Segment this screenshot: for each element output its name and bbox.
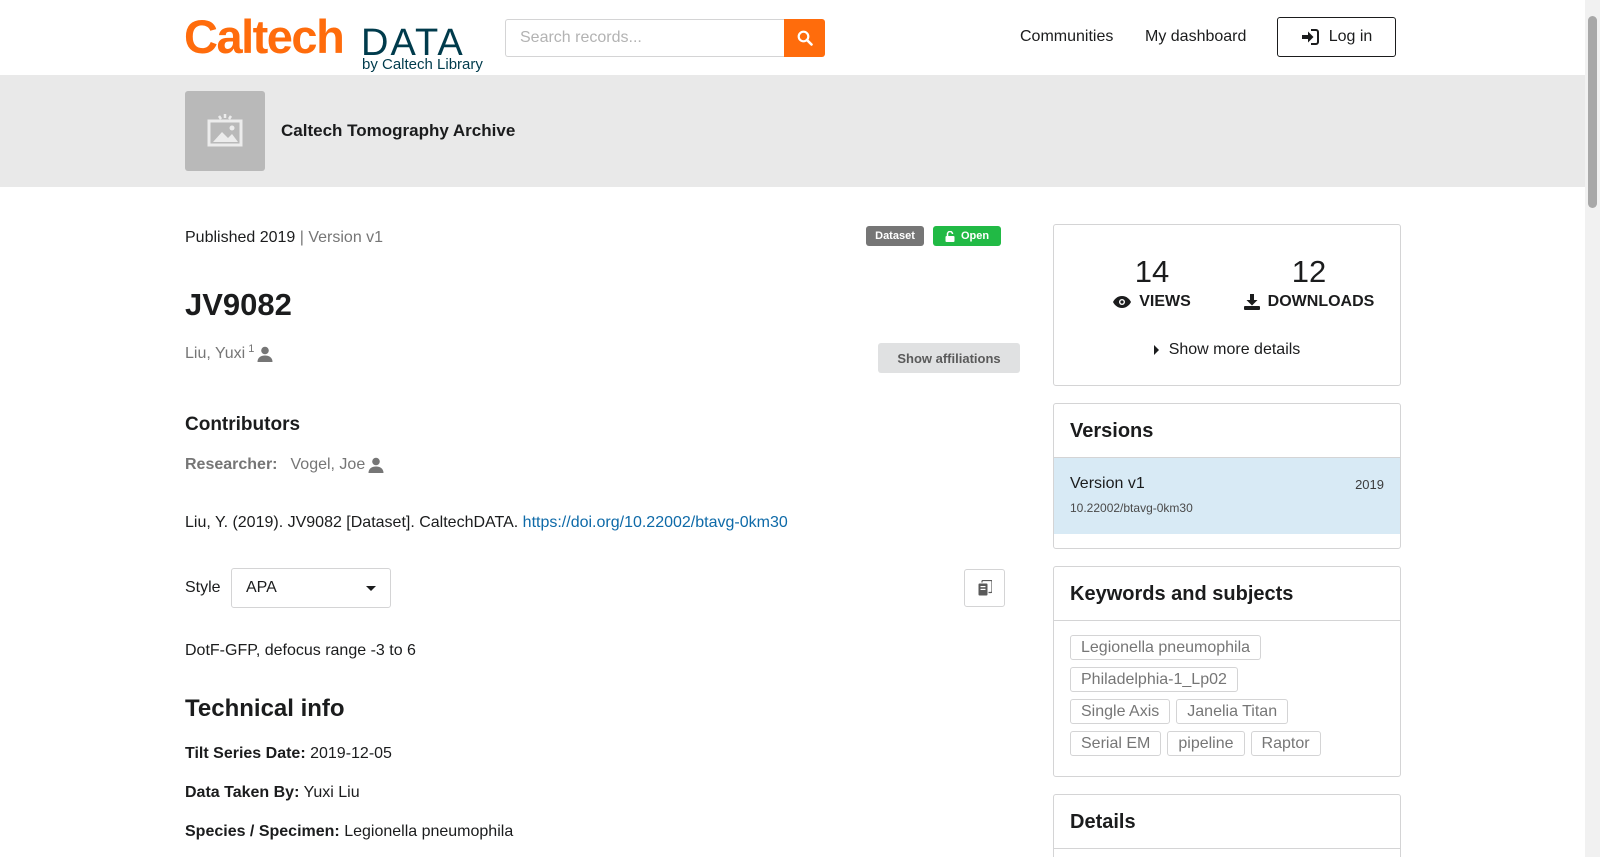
- image-placeholder-icon: [207, 114, 243, 147]
- technical-item: Data Taken By: Yuxi Liu: [185, 783, 360, 803]
- show-affiliations-button[interactable]: Show affiliations: [878, 343, 1020, 373]
- site-header: Caltech DATA by Caltech Library Communit…: [0, 0, 1585, 75]
- logo-caltech-text: Caltech: [184, 10, 345, 63]
- version-doi: 10.22002/btavg-0km30: [1070, 501, 1193, 515]
- publication-info: Published 2019 | Version v1: [185, 228, 383, 248]
- nav-my-dashboard[interactable]: My dashboard: [1145, 27, 1246, 47]
- login-label: Log in: [1328, 28, 1373, 45]
- eye-icon: [1113, 296, 1132, 308]
- search-button[interactable]: [784, 19, 825, 57]
- caret-right-icon: [1153, 345, 1159, 355]
- contributors-heading: Contributors: [185, 414, 301, 435]
- version-label: Version v1: [1070, 475, 1145, 492]
- keyword-tag[interactable]: Single Axis: [1070, 699, 1171, 724]
- login-button[interactable]: Log in: [1277, 17, 1396, 57]
- technical-label: Species / Specimen:: [185, 823, 340, 840]
- keyword-tag[interactable]: pipeline: [1167, 731, 1245, 756]
- technical-value: 2019-12-05: [310, 745, 392, 762]
- keyword-tag[interactable]: Legionella pneumophila: [1070, 635, 1262, 660]
- citation-style-label: Style: [185, 579, 221, 596]
- community-name[interactable]: Caltech Tomography Archive: [281, 121, 515, 141]
- downloads-label-row: DOWNLOADS: [1239, 293, 1379, 311]
- separator: |: [295, 229, 309, 246]
- user-icon: [257, 346, 273, 362]
- access-status-label: Open: [960, 230, 990, 242]
- technical-value: Yuxi Liu: [303, 784, 360, 801]
- caltechdata-logo[interactable]: Caltech DATA by Caltech Library: [184, 12, 486, 74]
- keyword-tag[interactable]: Raptor: [1250, 731, 1321, 756]
- citation-style-dropdown[interactable]: APA: [231, 568, 391, 608]
- technical-info-heading: Technical info: [185, 695, 345, 722]
- keyword-tag[interactable]: Philadelphia-1_Lp02: [1070, 667, 1238, 692]
- search-icon: [797, 30, 813, 46]
- technical-item: Tilt Series Date: 2019-12-05: [185, 744, 392, 764]
- views-count: 14: [1134, 254, 1170, 289]
- details-card: Details: [1053, 794, 1401, 857]
- show-more-details-toggle[interactable]: Show more details: [1054, 341, 1400, 359]
- views-label-row: VIEWS: [1110, 293, 1194, 311]
- publication-date: Published 2019: [185, 229, 296, 246]
- page-scrollbar[interactable]: [1585, 0, 1600, 857]
- download-icon: [1243, 294, 1260, 310]
- contributor-name[interactable]: Vogel, Joe: [291, 455, 366, 475]
- keywords-list: Legionella pneumophila Philadelphia-1_Lp…: [1054, 621, 1354, 770]
- version-item[interactable]: Version v1 2019 10.22002/btavg-0km30: [1054, 458, 1400, 534]
- copy-icon: [978, 580, 992, 596]
- affiliation-ref: 1: [248, 343, 255, 355]
- creator-name[interactable]: Liu, Yuxi: [185, 344, 245, 364]
- unlock-icon: [945, 230, 955, 242]
- citation-doi-link[interactable]: https://doi.org/10.22002/btavg-0km30: [523, 514, 788, 531]
- sign-in-icon: [1301, 29, 1319, 45]
- contributor-row: Researcher: Vogel, Joe: [185, 455, 384, 475]
- keyword-tag[interactable]: Janelia Titan: [1176, 699, 1289, 724]
- show-more-details-label: Show more details: [1168, 341, 1301, 358]
- community-banner: Caltech Tomography Archive: [0, 75, 1585, 187]
- version-year: 2019: [1355, 477, 1384, 492]
- citation-text: Liu, Y. (2019). JV9082 [Dataset]. Caltec…: [185, 514, 523, 531]
- resource-type-label: Dataset: [875, 230, 915, 242]
- dropdown-caret-icon: [366, 585, 376, 591]
- record-description: DotF-GFP, defocus range -3 to 6: [185, 642, 416, 659]
- search-bar: [505, 19, 825, 57]
- record-title: JV9082: [185, 287, 292, 322]
- community-logo-placeholder[interactable]: [185, 91, 265, 171]
- technical-item: Species / Specimen: Legionella pneumophi…: [185, 822, 513, 842]
- technical-value: Legionella pneumophila: [344, 823, 514, 840]
- technical-label: Data Taken By:: [185, 784, 300, 801]
- downloads-count: 12: [1291, 254, 1327, 289]
- views-stat: 14 VIEWS: [1110, 255, 1194, 311]
- versions-card: Versions Version v1 2019 10.22002/btavg-…: [1053, 403, 1401, 549]
- record-version: Version v1: [308, 229, 384, 246]
- downloads-label: DOWNLOADS: [1267, 293, 1375, 310]
- versions-heading: Versions: [1054, 404, 1400, 458]
- user-icon: [368, 457, 384, 473]
- nav-communities[interactable]: Communities: [1020, 27, 1113, 47]
- views-label: VIEWS: [1139, 293, 1191, 310]
- logo-byline: by Caltech Library: [362, 56, 483, 73]
- copy-citation-button[interactable]: [964, 569, 1005, 607]
- stats-card: 14 VIEWS 12 DOWNLOADS Show more details: [1053, 224, 1401, 386]
- citation-style-value: APA: [246, 579, 277, 596]
- scrollbar-thumb[interactable]: [1588, 16, 1597, 208]
- contributor-role: Researcher:: [185, 456, 278, 473]
- keywords-heading: Keywords and subjects: [1054, 567, 1400, 621]
- downloads-stat: 12 DOWNLOADS: [1239, 255, 1379, 311]
- access-status-badge: Open: [933, 226, 1001, 246]
- search-input[interactable]: [505, 19, 784, 57]
- resource-type-badge: Dataset: [866, 226, 924, 246]
- keywords-card: Keywords and subjects Legionella pneumop…: [1053, 566, 1401, 777]
- creator: Liu, Yuxi 1: [185, 344, 273, 364]
- keyword-tag[interactable]: Serial EM: [1070, 731, 1162, 756]
- citation: Liu, Y. (2019). JV9082 [Dataset]. Caltec…: [185, 513, 788, 533]
- contributor: Vogel, Joe: [291, 455, 385, 475]
- technical-label: Tilt Series Date:: [185, 745, 306, 762]
- details-heading: Details: [1054, 795, 1400, 849]
